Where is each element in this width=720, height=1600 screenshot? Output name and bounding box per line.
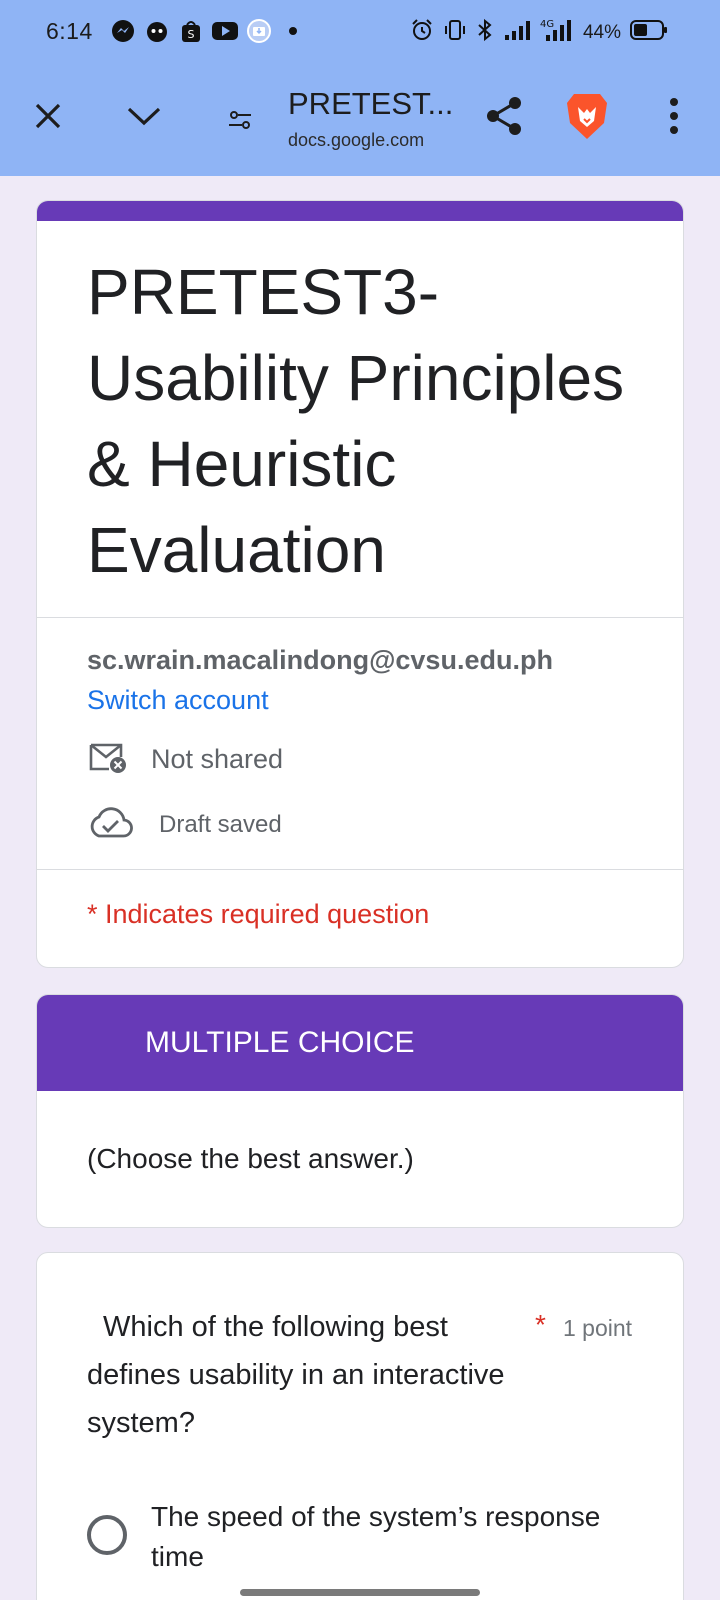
switch-account-link[interactable]: Switch account [87,685,269,716]
share-icon[interactable] [480,92,528,140]
cloud-done-icon [87,805,133,844]
required-note: * Indicates required question [87,899,430,929]
mail-off-icon [87,739,129,780]
download-icon [246,18,272,44]
alarm-icon [410,18,434,47]
required-asterisk: * [535,1309,546,1340]
question-card: Which of the following best defines usab… [36,1252,684,1600]
bluetooth-icon [476,18,494,47]
ghost-app-icon [144,18,170,44]
more-vert-icon[interactable] [650,90,698,142]
question-points: 1 point [563,1315,633,1341]
youtube-icon [212,18,238,44]
system-status-icons: 4G 44% [410,17,668,48]
status-time: 6:14 [46,18,93,44]
page-title[interactable]: PRETEST... [288,86,453,122]
section-description: (Choose the best answer.) [87,1143,414,1174]
account-email: sc.wrain.macalindong@cvsu.edu.ph [87,645,553,675]
form-title: PRETEST3-Usability Principles & Heuristi… [87,256,625,586]
chevron-down-icon[interactable] [120,92,168,140]
svg-text:S: S [188,28,195,41]
draft-status: Draft saved [159,810,282,838]
signal-4g-icon: 4G [540,17,574,48]
browser-toolbar: PRETEST... docs.google.com [0,64,720,176]
not-shared-row: Not shared [87,739,283,780]
home-indicator[interactable] [240,1589,480,1596]
notification-icons: S [110,18,306,44]
form-header-card: PRETEST3-Usability Principles & Heuristi… [36,200,684,968]
draft-saved-row: Draft saved [87,805,282,844]
vibrate-icon [443,18,467,47]
close-icon[interactable] [24,92,72,140]
option-item[interactable]: The speed of the system’s response time [87,1497,631,1577]
battery-icon [630,19,668,46]
section-header: MULTIPLE CHOICE [37,995,683,1091]
tune-icon[interactable] [222,102,258,138]
question-text: Which of the following best defines usab… [87,1311,505,1439]
page-url[interactable]: docs.google.com [288,130,424,151]
signal-icon [503,19,531,46]
brave-lion-icon[interactable] [562,90,612,142]
section-card: MULTIPLE CHOICE (Choose the best answer.… [36,994,684,1228]
messenger-icon [110,18,136,44]
header-divider [37,617,683,618]
dot-icon [280,18,306,44]
status-bar: 6:14 S 4G 44% [0,0,720,64]
option-label[interactable]: The speed of the system’s response time [151,1497,631,1577]
svg-text:4G: 4G [540,19,554,30]
required-divider [37,869,683,870]
battery-percent: 44% [582,21,621,43]
shopee-icon: S [178,18,204,44]
sharing-status: Not shared [151,744,284,774]
radio-button[interactable] [87,1515,127,1555]
form-accent-bar [37,201,683,221]
